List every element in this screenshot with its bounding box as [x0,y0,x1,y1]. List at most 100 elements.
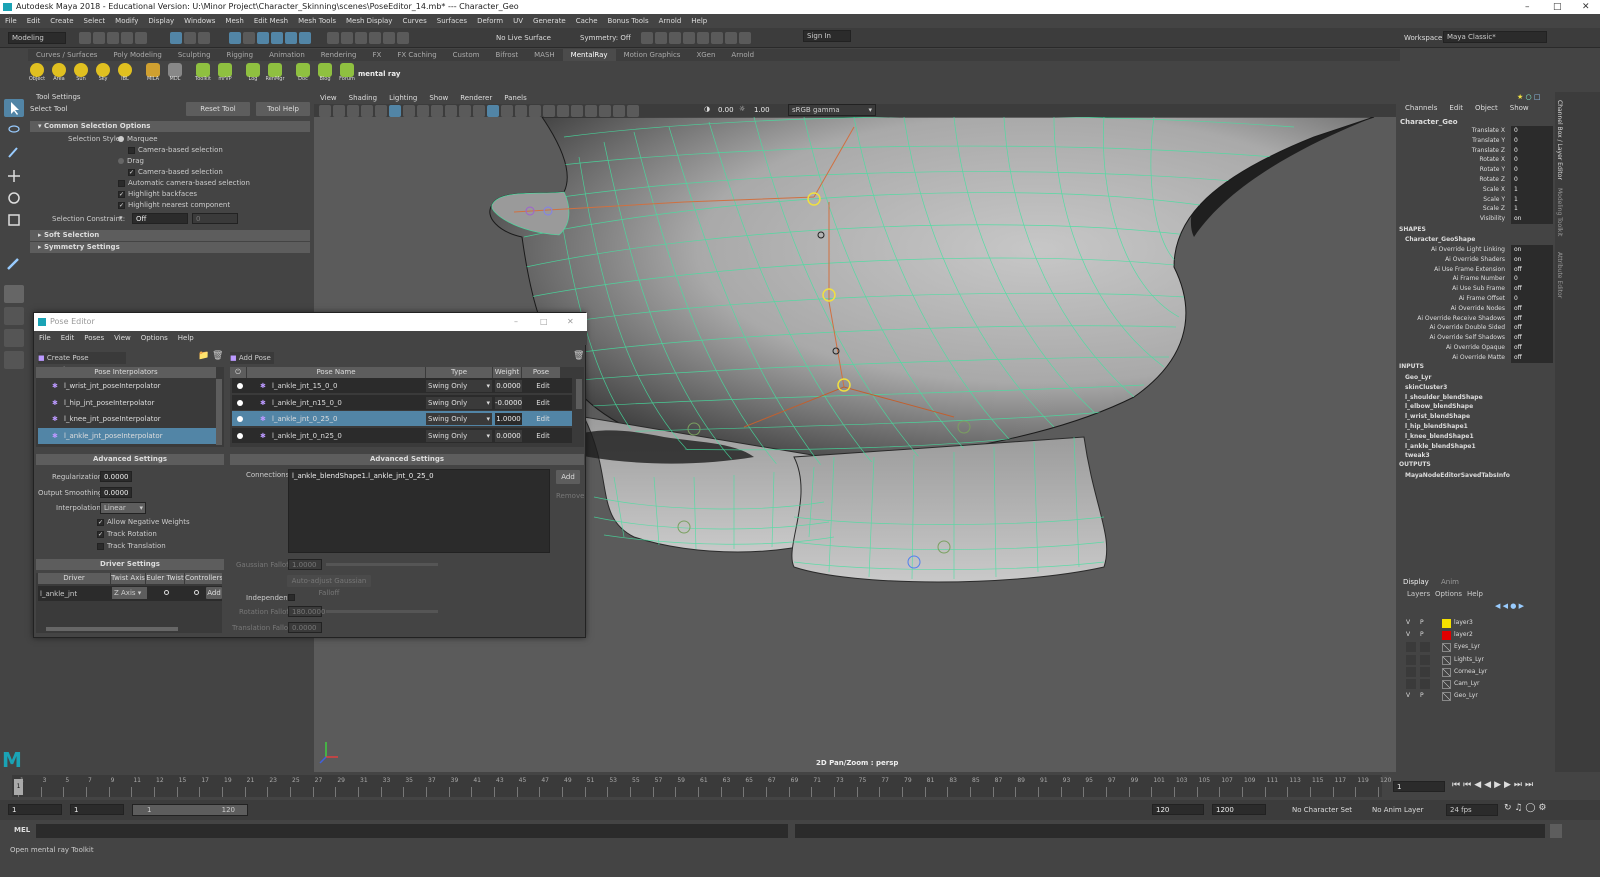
menu-uv[interactable]: UV [513,17,523,25]
layer-color-swatch[interactable] [1442,619,1451,628]
channel-attr-value[interactable]: on [1511,254,1553,265]
select-by-hierarchy-icon[interactable] [170,32,183,44]
mask-vertex-icon[interactable] [243,32,256,44]
pose-type-dropdown[interactable]: Swing Only ▾ [426,429,492,442]
image-plane-icon[interactable] [361,105,373,117]
channel-attr-value[interactable]: 1 [1511,204,1553,215]
connections-add-button[interactable]: Add [556,470,580,484]
pe-close-icon[interactable]: ✕ [567,313,574,331]
save-scene-icon[interactable] [107,32,119,44]
rotate-tool-icon[interactable] [4,189,24,207]
snap-surface-icon[interactable] [382,32,395,44]
viewport-menu-shading[interactable]: Shading [349,94,377,102]
channel-icon-2[interactable]: ○ [1526,93,1532,101]
layer-playback[interactable] [1420,654,1430,665]
history-icon[interactable] [641,32,653,44]
layer-tab-anim[interactable]: Anim [1441,578,1459,586]
sign-in-dropdown[interactable]: Sign In [803,30,851,42]
channel-row[interactable]: Translate X 0 [1397,126,1555,136]
shelf-tab-rigging[interactable]: Rigging [219,49,262,61]
input-node[interactable]: l_elbow_blendShape [1397,402,1555,412]
controllers-radio[interactable] [194,590,199,595]
gaussian-falloff-field[interactable]: 1.0000 [288,559,322,570]
side-tab-channel-box[interactable]: Channel Box / Layer Editor [1556,100,1563,180]
constraint-field[interactable]: Off [132,213,188,224]
pose-row[interactable]: ✱ l_ankle_jnt_0_n25_0 Swing Only ▾ 0.0000 Edi… [232,427,572,444]
resolution-gate-icon[interactable] [403,105,415,117]
driver-row[interactable]: l_ankle_jnt Z Axis ▾ Add [38,586,222,601]
current-frame-marker[interactable]: 1 [14,779,23,795]
select-tool-icon[interactable] [4,99,24,117]
channel-row[interactable]: Rotate Z 0 [1397,175,1555,185]
channel-attr-value[interactable]: 0 [1511,126,1553,136]
current-frame-field[interactable]: 1 [1393,781,1445,792]
pose-shape-edit-button[interactable]: Edit [526,380,560,392]
shelf-tab-mash[interactable]: MASH [526,49,563,61]
shelf-tab-curves-surfaces[interactable]: Curves / Surfaces [28,49,105,61]
layer-row[interactable]: V Player2 [1397,629,1555,641]
playback-start-field[interactable]: 1 [70,804,124,815]
channel-row[interactable]: Scale X 1 [1397,184,1555,195]
snap-pivot-icon[interactable] [396,32,409,44]
layer-row[interactable]: Cam_Lyr [1397,678,1555,690]
driver-settings-header[interactable]: Driver Settings [36,559,224,570]
shelf-forum-icon[interactable]: Forum [336,63,358,85]
lights-icon[interactable] [515,105,527,117]
preferences-icon[interactable]: ⚙ [1538,803,1546,813]
side-tab-modeling-toolkit[interactable]: Modeling Toolkit [1556,188,1563,236]
layer-color-swatch[interactable] [1442,667,1451,677]
pose-weight-field[interactable]: 0.0000 [495,380,522,392]
channel-attr-value[interactable]: 0 [1511,165,1553,175]
mask-edge-icon[interactable] [257,32,270,44]
pe-minimize-icon[interactable]: – [514,313,518,331]
render-settings-icon[interactable] [683,32,695,44]
pose-enable-radio[interactable] [237,399,243,406]
advanced-settings-right-header[interactable]: Advanced Settings [230,454,584,465]
xray-joints-icon[interactable] [613,105,625,117]
pose-enable-radio[interactable] [237,383,243,389]
shelf-blog-icon[interactable]: Blog [314,63,336,85]
pose-type-dropdown[interactable]: Swing Only ▾ [426,396,492,409]
channel-attr-value[interactable]: 1 [1511,194,1553,205]
input-node[interactable]: tweak3 [1397,451,1555,461]
channel-row[interactable]: Ai Override Matte off [1397,352,1555,363]
pe-menu-help[interactable]: Help [178,334,194,342]
exposure-value[interactable]: 0.00 [718,106,734,114]
shelf-tab-arnold[interactable]: Arnold [723,49,762,61]
mask-uv-icon[interactable] [285,32,298,44]
pose-type-dropdown[interactable]: Swing Only ▾ [426,380,492,392]
shelf-tab-fx-caching[interactable]: FX Caching [389,49,444,61]
channel-row[interactable]: Ai Override Double Sided off [1397,323,1555,334]
euler-twist-radio[interactable] [164,590,169,595]
viewport-menu-view[interactable]: View [320,94,337,102]
close-icon[interactable]: ✕ [1582,0,1590,14]
channel-icon-3[interactable]: □ [1534,93,1541,101]
pose-row[interactable]: ✱ l_ankle_jnt_0_25_0 Swing Only ▾ 1.0000 Edit [232,411,572,427]
menu-mesh-tools[interactable]: Mesh Tools [298,17,336,25]
safe-action-icon[interactable] [445,105,457,117]
wireframe-icon[interactable] [473,105,485,117]
film-gate-icon[interactable] [389,105,401,117]
channel-icon-1[interactable]: ★ [1517,93,1523,101]
channel-attr-value[interactable]: 0 [1511,145,1553,156]
pose-weight-field[interactable]: -0.0000 [495,396,522,409]
channel-attr-value[interactable]: 0 [1511,135,1553,146]
layer-row[interactable]: Cornea_Lyr [1397,666,1555,678]
layer-visibility[interactable] [1406,679,1416,689]
menu-help[interactable]: Help [691,17,707,25]
colorspace-dropdown[interactable]: sRGB gamma ▾ [788,104,876,116]
four-view-icon[interactable] [4,307,24,325]
layer-row[interactable]: V Player3 [1397,617,1555,629]
lasso-tool-icon[interactable] [4,121,24,139]
connections-list[interactable]: l_ankle_blendShape1.l_ankle_jnt_0_25_0 [288,469,550,553]
highlight-nearest-checkbox[interactable]: ✓ Highlight nearest component [118,201,230,209]
workspace-dropdown[interactable]: Maya Classic* [1443,31,1547,43]
menu-cache[interactable]: Cache [576,17,598,25]
script-editor-icon[interactable] [1550,824,1562,838]
move-layer-down-icon[interactable]: ◀ [1503,602,1508,610]
fps-dropdown[interactable]: 24 fps [1446,804,1498,816]
camera-based-checkbox-1[interactable]: Camera-based selection [128,146,223,154]
common-selection-header[interactable]: ▾ Common Selection Options [30,121,310,132]
channel-row[interactable]: Ai Override Nodes off [1397,303,1555,314]
layer-row[interactable]: V P Geo_Lyr [1397,690,1555,702]
